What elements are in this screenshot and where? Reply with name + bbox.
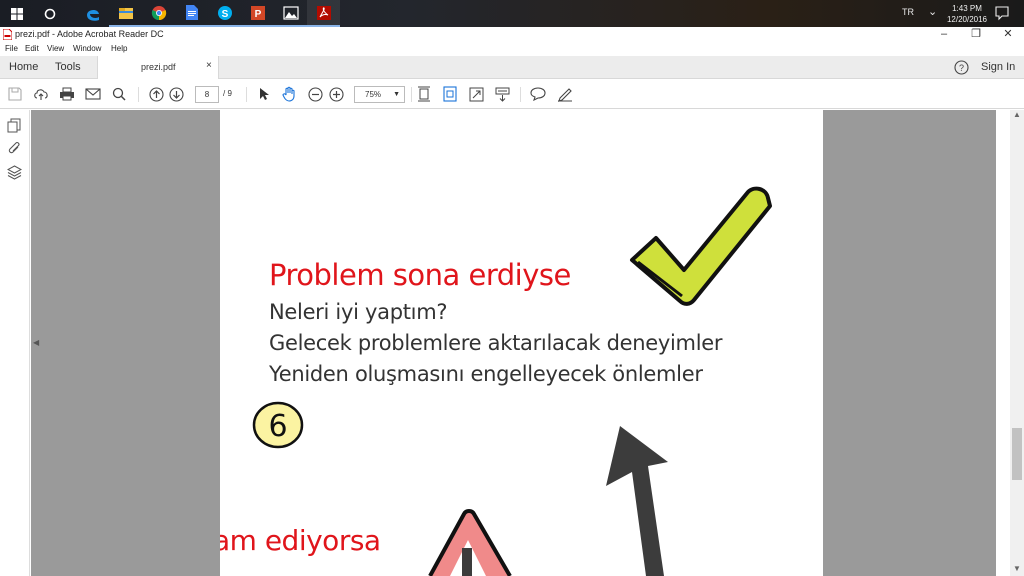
toolbar-divider	[246, 87, 247, 102]
previous-page-icon[interactable]	[148, 86, 164, 102]
skype-icon[interactable]: S	[208, 0, 241, 27]
page-bottom-text: am ediyorsa	[220, 524, 381, 557]
page-line-2: Gelecek problemlere aktarılacak deneyiml…	[269, 331, 723, 355]
select-cursor-icon[interactable]	[256, 86, 272, 102]
tray-chevron-icon[interactable]: ⌄	[928, 5, 937, 18]
zoom-value: 75%	[365, 90, 382, 99]
tab-bar: Home Tools prezi.pdf × ? Sign In	[0, 56, 1024, 79]
restore-button[interactable]: ❐	[960, 27, 992, 43]
file-explorer-icon[interactable]	[109, 0, 142, 27]
tab-home[interactable]: Home	[9, 61, 38, 73]
chevron-down-icon: ▼	[393, 91, 400, 98]
pdf-page: Problem sona erdiyse Neleri iyi yaptım? …	[220, 110, 823, 576]
step-number-badge: 6	[252, 401, 304, 449]
page-line-1: Neleri iyi yaptım?	[269, 300, 448, 324]
notification-icon[interactable]	[994, 5, 1010, 21]
vertical-scrollbar[interactable]: ▲ ▼	[1010, 110, 1024, 576]
menu-bar: File Edit View Window Help	[0, 43, 1024, 56]
scroll-mode-icon[interactable]	[416, 86, 432, 102]
zoom-out-icon[interactable]	[307, 86, 323, 102]
toolbar-divider	[520, 87, 521, 102]
toolbar-divider	[411, 87, 412, 102]
page-count: / 9	[223, 89, 232, 98]
chrome-icon[interactable]	[142, 0, 175, 27]
sign-in-link[interactable]: Sign In	[981, 61, 1015, 73]
upload-cloud-icon[interactable]	[33, 86, 49, 102]
page-thumbnails-icon[interactable]	[7, 118, 22, 133]
powerpoint-icon[interactable]: P	[241, 0, 274, 27]
windows-taskbar: S P TR ⌄ 1:43 PM 12/20/2016	[0, 0, 1024, 27]
right-pane-strip	[996, 110, 1010, 576]
tab-document[interactable]: prezi.pdf ×	[97, 56, 219, 79]
step-number: 6	[268, 409, 287, 444]
arrow-up-illustration	[606, 426, 668, 576]
warning-sign-illustration	[428, 509, 512, 576]
toolbar-divider	[138, 87, 139, 102]
close-tab-button[interactable]: ×	[206, 60, 212, 71]
layers-icon[interactable]	[7, 165, 22, 180]
minimize-button[interactable]: –	[928, 27, 960, 43]
scrollbar-thumb[interactable]	[1012, 428, 1022, 480]
navigation-pane	[0, 110, 30, 576]
sign-pen-icon[interactable]	[557, 86, 573, 102]
menu-help[interactable]: Help	[111, 44, 127, 53]
print-icon[interactable]	[59, 86, 75, 102]
save-icon[interactable]	[7, 86, 23, 102]
email-icon[interactable]	[85, 86, 101, 102]
pdf-file-icon	[3, 29, 12, 40]
clock-date: 12/20/2016	[946, 15, 988, 24]
scroll-down-icon[interactable]: ▼	[1013, 564, 1021, 573]
next-page-icon[interactable]	[168, 86, 184, 102]
full-screen-icon[interactable]	[468, 86, 484, 102]
window-titlebar: prezi.pdf - Adobe Acrobat Reader DC – ❐ …	[0, 27, 1024, 43]
checkmark-illustration	[630, 186, 772, 306]
svg-text:P: P	[254, 9, 261, 20]
close-window-button[interactable]: ✕	[992, 27, 1024, 43]
page-heading: Problem sona erdiyse	[269, 258, 571, 292]
window-title: prezi.pdf - Adobe Acrobat Reader DC	[15, 29, 164, 39]
search-icon[interactable]	[111, 86, 127, 102]
clock[interactable]: 1:43 PM 12/20/2016	[944, 3, 990, 25]
windows-start-icon[interactable]	[0, 0, 33, 27]
page-number-input[interactable]: 8	[195, 86, 219, 103]
svg-text:?: ?	[959, 63, 964, 73]
hand-tool-icon[interactable]	[281, 86, 297, 102]
acrobat-icon[interactable]	[307, 0, 340, 27]
document-tab-label: prezi.pdf	[141, 62, 176, 72]
language-indicator[interactable]: TR	[902, 7, 914, 17]
menu-edit[interactable]: Edit	[25, 44, 39, 53]
attachment-icon[interactable]	[7, 141, 22, 156]
edge-icon[interactable]	[76, 0, 109, 27]
zoom-in-icon[interactable]	[328, 86, 344, 102]
menu-file[interactable]: File	[5, 44, 18, 53]
photos-icon[interactable]	[274, 0, 307, 27]
fit-page-icon[interactable]	[442, 86, 458, 102]
help-icon[interactable]: ?	[954, 60, 969, 75]
read-mode-icon[interactable]	[494, 86, 510, 102]
google-docs-icon[interactable]	[175, 0, 208, 27]
collapse-left-pane-icon[interactable]: ◀	[33, 338, 39, 347]
menu-window[interactable]: Window	[73, 44, 101, 53]
svg-text:S: S	[221, 9, 228, 20]
scroll-up-icon[interactable]: ▲	[1013, 110, 1021, 119]
menu-view[interactable]: View	[47, 44, 64, 53]
page-line-3: Yeniden oluşmasını engelleyecek önlemler	[269, 362, 703, 386]
zoom-select[interactable]: 75% ▼	[354, 86, 405, 103]
clock-time: 1:43 PM	[952, 4, 982, 13]
toolbar: 8 / 9 75% ▼	[0, 80, 1024, 109]
cortana-icon[interactable]	[33, 0, 66, 27]
tab-tools[interactable]: Tools	[55, 61, 81, 73]
comment-icon[interactable]	[530, 86, 546, 102]
